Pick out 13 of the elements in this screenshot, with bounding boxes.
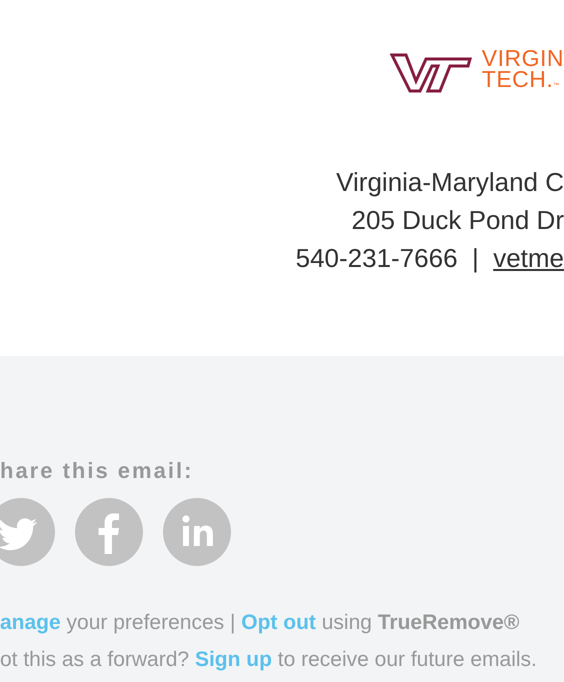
address-line: 205 Duck Pond Dr	[352, 204, 564, 237]
contact-line: 540-231-7666 | vetme	[296, 242, 564, 275]
address-line: Virginia-Maryland C	[336, 166, 564, 199]
footer-text: anage your preferences | Opt out using TrueRemove®	[0, 610, 520, 636]
footer-text: ot this as a forward? Sign up to receive our future emails.	[0, 647, 538, 673]
footer-link[interactable]: anage	[0, 611, 61, 634]
linkedin-icon	[163, 498, 231, 566]
website-link[interactable]: vetme	[493, 243, 564, 273]
footer-link[interactable]: Opt out	[241, 611, 316, 634]
footer-link[interactable]: Sign up	[194, 648, 272, 671]
vt-logo-icon	[390, 52, 472, 92]
facebook-icon	[75, 498, 143, 566]
share-heading: hare this email:	[0, 458, 194, 484]
